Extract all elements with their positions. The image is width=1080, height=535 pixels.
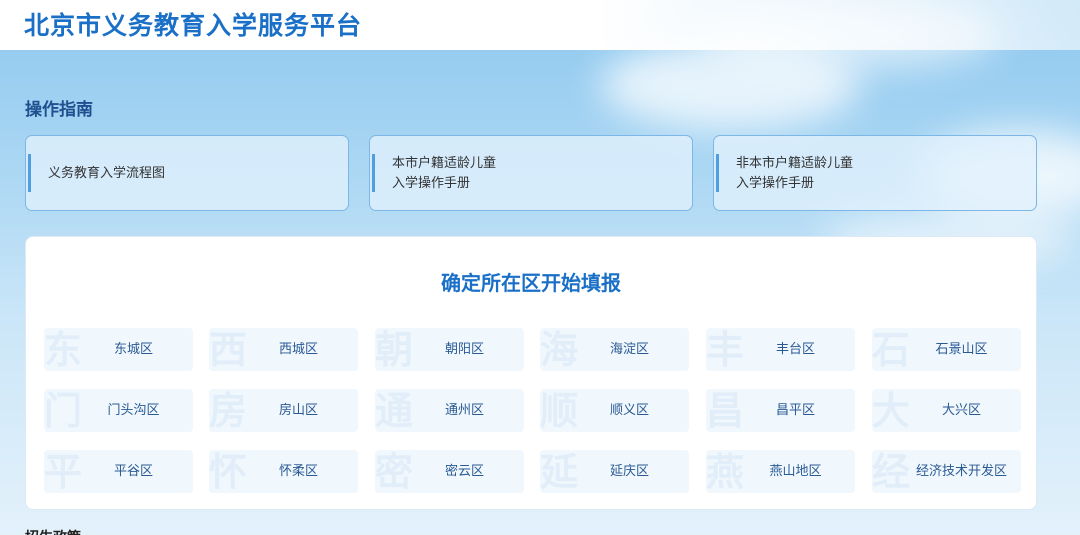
district-button[interactable]: 门门头沟区 — [44, 389, 193, 432]
district-label: 延庆区 — [609, 464, 649, 479]
card-accent-bar — [716, 154, 719, 192]
district-button[interactable]: 东东城区 — [44, 328, 193, 371]
district-button[interactable]: 大大兴区 — [872, 389, 1021, 432]
card-accent-bar — [28, 154, 31, 192]
district-label: 怀柔区 — [278, 464, 318, 479]
district-label: 顺义区 — [609, 403, 649, 418]
district-label: 大兴区 — [941, 403, 981, 418]
district-label: 朝阳区 — [444, 342, 484, 357]
guide-card-sublabel: 入学操作手册 — [736, 176, 815, 191]
district-button[interactable]: 西西城区 — [209, 328, 358, 371]
district-button[interactable]: 延延庆区 — [540, 450, 689, 493]
district-button[interactable]: 怀怀柔区 — [209, 450, 358, 493]
card-accent-bar — [372, 154, 375, 192]
district-label: 昌平区 — [775, 403, 815, 418]
district-label: 平谷区 — [113, 464, 153, 479]
header-bar: 北京市义务教育入学服务平台 — [0, 0, 1080, 50]
district-button[interactable]: 平平谷区 — [44, 450, 193, 493]
district-button[interactable]: 房房山区 — [209, 389, 358, 432]
guide-card-flowchart[interactable]: 义务教育入学流程图 — [25, 135, 349, 211]
district-label: 燕山地区 — [769, 464, 822, 479]
district-button[interactable]: 昌昌平区 — [706, 389, 855, 432]
district-button[interactable]: 丰丰台区 — [706, 328, 855, 371]
guide-card-label: 义务教育入学流程图 — [48, 166, 166, 181]
district-label: 东城区 — [113, 342, 153, 357]
district-label: 海淀区 — [609, 342, 649, 357]
guide-card-label: 非本市户籍适龄儿童 — [736, 156, 854, 171]
policy-section-title: 招生政策 — [25, 527, 81, 535]
guide-card-sublabel: 入学操作手册 — [392, 176, 471, 191]
district-button[interactable]: 密密云区 — [375, 450, 524, 493]
district-label: 房山区 — [278, 403, 318, 418]
district-button[interactable]: 石石景山区 — [872, 328, 1021, 371]
guide-card-label: 本市户籍适龄儿童 — [392, 156, 497, 171]
site-title: 北京市义务教育入学服务平台 — [24, 11, 363, 40]
district-label: 丰台区 — [775, 342, 815, 357]
district-label: 通州区 — [444, 403, 484, 418]
district-panel: 确定所在区开始填报 东东城区西西城区朝朝阳区海海淀区丰丰台区石石景山区门门头沟区… — [25, 236, 1037, 510]
district-label: 密云区 — [444, 464, 484, 479]
district-label: 石景山区 — [935, 342, 988, 357]
guide-card-nonlocal-manual[interactable]: 非本市户籍适龄儿童 入学操作手册 — [713, 135, 1037, 211]
district-button[interactable]: 顺顺义区 — [540, 389, 689, 432]
guide-section-title: 操作指南 — [25, 100, 93, 120]
district-label: 门头沟区 — [107, 403, 160, 418]
district-button[interactable]: 燕燕山地区 — [706, 450, 855, 493]
district-button[interactable]: 朝朝阳区 — [375, 328, 524, 371]
district-button[interactable]: 海海淀区 — [540, 328, 689, 371]
district-panel-title: 确定所在区开始填报 — [441, 271, 621, 295]
guide-card-local-manual[interactable]: 本市户籍适龄儿童 入学操作手册 — [369, 135, 693, 211]
district-label: 西城区 — [278, 342, 318, 357]
district-button[interactable]: 通通州区 — [375, 389, 524, 432]
district-label: 经济技术开发区 — [915, 464, 1007, 479]
district-button[interactable]: 经经济技术开发区 — [872, 450, 1021, 493]
